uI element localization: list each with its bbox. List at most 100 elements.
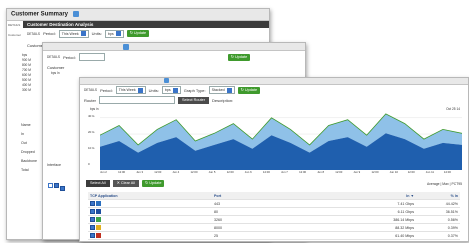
router-input[interactable] (99, 96, 176, 104)
x-tick: 12:00 (335, 170, 343, 174)
period-select[interactable]: This Week (58, 29, 89, 38)
row-out: Out (21, 141, 27, 145)
details-label: DETAILS (47, 55, 61, 59)
app-table: TCP Application Port In ▼ % In 443 7.41 G… (88, 192, 460, 241)
panel-title: Customer Destination Analysis (23, 20, 269, 28)
x-tick: Jun 7 (281, 170, 288, 174)
pct-cell: 0.36% (416, 239, 460, 241)
y-tick: 40 G (88, 114, 95, 118)
row-in: In (21, 132, 24, 136)
select-router-button[interactable]: Select Router (178, 96, 210, 104)
info-icon[interactable] (164, 78, 169, 83)
clear-all-button[interactable]: ✕ Clear All (112, 180, 140, 187)
x-tick: 12:00 (154, 170, 162, 174)
description-label: Description: (212, 97, 234, 103)
update-button[interactable]: ↻ Update (227, 53, 251, 61)
info-icon[interactable] (123, 44, 129, 50)
in-cell: 60.28 Mbps (336, 239, 416, 241)
checkbox[interactable] (90, 232, 95, 238)
average-links[interactable]: Average | Max | PCT95 (427, 182, 462, 186)
chevron-down-icon (137, 87, 143, 93)
y-tick: 10 G (88, 146, 95, 150)
col-app[interactable]: TCP Application (88, 192, 212, 200)
units-select[interactable]: bps (161, 86, 181, 94)
x-tick: Jun 2 (100, 170, 107, 174)
table-row[interactable]: 25 61.40 Mbps 0.37% (88, 231, 460, 240)
update-button[interactable]: ↻ Update (237, 86, 261, 94)
x-tick: 12:00 (299, 170, 307, 174)
port-cell: 8001 (212, 239, 336, 241)
period-label: Period: (63, 54, 76, 60)
update-button-2[interactable]: ↻ Update (142, 180, 165, 187)
checkbox[interactable] (54, 183, 60, 188)
controls-row: DETAILS Period: This Week Units: bps Gra… (80, 85, 468, 95)
row-app-cell (88, 215, 212, 224)
color-swatch (96, 240, 101, 241)
window-title: Customer Summary (11, 11, 69, 18)
router-label: Router (84, 97, 97, 103)
x-tick: 12:00 (190, 170, 198, 174)
graph-type-label: Graph Type: (183, 87, 206, 93)
period-label: Period: (100, 87, 113, 93)
window-title-bar (43, 43, 305, 51)
x-tick: 12:00 (407, 170, 415, 174)
checkbox[interactable] (90, 200, 95, 206)
color-swatch (96, 232, 101, 238)
in-cell: 6.11 Gbps (336, 207, 416, 216)
table-row[interactable]: 443 7.41 Gbps 44.42% (88, 199, 460, 208)
checkbox[interactable] (90, 216, 95, 222)
y-tick: 300 M (22, 88, 31, 92)
y-tick: 0 (88, 162, 90, 166)
row-app-cell (88, 239, 212, 241)
pct-cell: 0.37% (416, 231, 460, 240)
col-in[interactable]: In ▼ (336, 192, 416, 200)
pct-cell: 0.39% (416, 223, 460, 232)
customer-row: Customer (43, 63, 305, 72)
table-row[interactable]: 800160.28 Mbps0.36% (88, 239, 460, 241)
update-label: Update (234, 54, 248, 59)
x-tick: 12:00 (262, 170, 270, 174)
col-port[interactable]: Port (212, 192, 336, 200)
x-tick: Jun 4 (172, 170, 180, 174)
table-row[interactable]: 3260 386.14 Mbps 0.56% (88, 215, 460, 224)
in-cell: 88.32 Mbps (336, 223, 416, 232)
update-button[interactable]: ↻ Update (126, 30, 150, 38)
details-label: DETAILS (8, 22, 21, 27)
table-header: TCP Application Port In ▼ % In (88, 192, 460, 200)
x-tick: Jun 11 (425, 170, 434, 174)
table-row[interactable]: 80 6.11 Gbps 36.51% (88, 207, 460, 216)
checkbox[interactable] (48, 183, 53, 188)
checkbox[interactable] (60, 186, 66, 191)
checkbox[interactable] (90, 208, 95, 214)
controls-row: DETAILS Period: ↻ Update (43, 51, 305, 63)
pct-cell: 44.42% (416, 199, 460, 208)
checkbox[interactable] (90, 240, 95, 241)
side-details: DETAILS Customer (7, 21, 23, 52)
table-row[interactable]: 8000 88.32 Mbps 0.39% (88, 223, 460, 232)
graph-type-value: Stacked (211, 88, 225, 92)
checkbox[interactable] (90, 224, 95, 230)
period-select[interactable] (78, 53, 105, 61)
chevron-down-icon (226, 87, 232, 93)
units-value: bps (164, 88, 171, 92)
row-app-cell (88, 231, 212, 240)
x-tick: Jun 5 (208, 170, 216, 174)
info-icon[interactable] (72, 11, 79, 17)
x-tick: Jun 6 (244, 170, 252, 174)
y-axis: 40 G 20 G 10 G 0 (88, 110, 98, 170)
color-swatch (96, 224, 101, 230)
bps-label: bps In (51, 71, 60, 75)
graph-type-select[interactable]: Stacked (208, 86, 235, 94)
port-cell: 3260 (212, 215, 336, 224)
x-axis: Jun 2 12:00 Jun 3 12:00 Jun 4 12:00 Jun 5 12:00… (100, 170, 462, 176)
summary-rows: Name In Out Dropped Backbone Total (21, 121, 37, 175)
col-pct[interactable]: % In (416, 192, 460, 200)
period-select[interactable]: This Week (115, 86, 146, 94)
select-all-button[interactable]: Select All (86, 180, 110, 187)
update-label: Update (133, 31, 147, 36)
units-select[interactable]: bps (104, 29, 124, 38)
interface-label: Interface (47, 163, 61, 167)
x-tick: 12:00 (118, 170, 126, 174)
chevron-down-icon (80, 31, 86, 37)
color-swatch (96, 216, 101, 222)
